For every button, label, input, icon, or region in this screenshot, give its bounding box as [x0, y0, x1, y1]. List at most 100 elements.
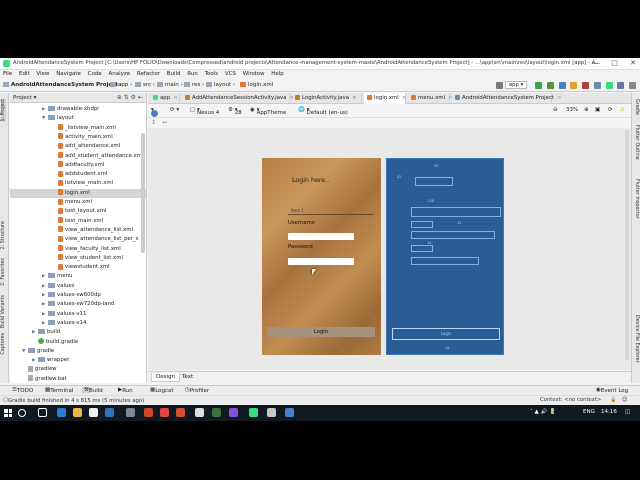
- close-tab-icon[interactable]: ×: [352, 95, 357, 101]
- bp-username-label[interactable]: [411, 221, 433, 228]
- breadcrumb-app[interactable]: app ›: [110, 82, 132, 88]
- breadcrumb-res[interactable]: res ›: [184, 82, 204, 88]
- edge-icon[interactable]: [57, 408, 66, 417]
- powerpoint-icon[interactable]: [176, 408, 185, 417]
- tree-item[interactable]: view_student_list.xml: [52, 254, 123, 263]
- tree-item[interactable]: ▶ menu: [42, 272, 72, 281]
- terminal-tool-button[interactable]: ▩ Terminal: [45, 387, 73, 394]
- tree-item[interactable]: ▶ build: [32, 328, 60, 337]
- menu-vcs[interactable]: VCS: [222, 70, 238, 77]
- editor-tab[interactable]: menu.xml ×: [408, 93, 453, 104]
- tree-item[interactable]: _listview_main.xml: [52, 124, 116, 133]
- hammer-icon[interactable]: [496, 81, 504, 89]
- profiler-tool-button[interactable]: ◷ Profiler: [185, 387, 209, 394]
- tree-item[interactable]: ▶ values-sw600dp: [42, 291, 101, 300]
- tree-item[interactable]: view_faculty_list.xml: [52, 245, 121, 254]
- apply-changes-icon[interactable]: [570, 81, 578, 89]
- tree-item[interactable]: add_attendance.xml: [52, 142, 120, 151]
- menu-window[interactable]: Window: [240, 70, 267, 77]
- lock-icon[interactable]: 🔒: [610, 397, 617, 403]
- breadcrumb-main[interactable]: main ›: [157, 82, 183, 88]
- gear-icon[interactable]: ⚙: [131, 94, 136, 101]
- menu-code[interactable]: Code: [85, 70, 104, 77]
- project-view-select[interactable]: Project ▾: [13, 95, 36, 101]
- app-icon[interactable]: [267, 408, 276, 417]
- tree-item[interactable]: view_attendance_list.xml: [52, 226, 133, 235]
- collapse-icon[interactable]: ↔: [162, 119, 167, 126]
- menu-navigate[interactable]: Navigate: [53, 70, 83, 77]
- notepad-icon[interactable]: [195, 408, 204, 417]
- breadcrumb-project[interactable]: AndroidAttendanceSystem Project ›: [3, 82, 122, 88]
- store-icon[interactable]: [89, 408, 98, 417]
- expand-icon[interactable]: ↕: [151, 119, 156, 126]
- mail-icon[interactable]: [105, 408, 114, 417]
- api-select[interactable]: ⚙ 28 ▾: [228, 107, 242, 116]
- zoom-out-icon[interactable]: ⊖: [553, 107, 558, 113]
- logcat-tool-button[interactable]: ▦ Logcat: [150, 387, 174, 394]
- tree-item[interactable]: login.xml: [10, 188, 146, 198]
- bp-username-field[interactable]: [411, 231, 495, 239]
- excel-icon[interactable]: [212, 408, 221, 417]
- design-preview[interactable]: Login here.. Item 1 Username Password Lo…: [262, 158, 381, 355]
- zoom-fit-icon[interactable]: ▣: [595, 107, 600, 113]
- warning-icon[interactable]: ⚠: [620, 107, 625, 113]
- role-spinner[interactable]: Item 1: [288, 208, 374, 215]
- sdk-manager-icon[interactable]: [617, 81, 625, 89]
- bp-spinner[interactable]: [411, 207, 501, 217]
- breadcrumb-login-xml[interactable]: login.xml: [240, 82, 273, 88]
- minimize-icon[interactable]: —: [592, 59, 599, 67]
- clock[interactable]: 14:16: [601, 409, 617, 415]
- hide-icon[interactable]: ⇤: [138, 94, 143, 101]
- tree-item[interactable]: ▶ values: [42, 282, 75, 291]
- close-tab-icon[interactable]: ×: [173, 95, 178, 101]
- login-heading[interactable]: Login here..: [292, 177, 329, 184]
- tree-item[interactable]: viewstudent.xml: [52, 263, 110, 272]
- username-label[interactable]: Username: [288, 220, 315, 226]
- editor-tab[interactable]: AddAttendanceSessionActivity.java ×: [182, 93, 294, 104]
- sync-icon[interactable]: [593, 81, 601, 89]
- refresh-icon[interactable]: ⟳: [608, 107, 613, 113]
- editor-tab[interactable]: app ×: [150, 93, 180, 104]
- editor-tab[interactable]: AndroidAttendanceSystem Project ×: [452, 93, 562, 104]
- username-field[interactable]: [288, 233, 354, 240]
- camera-icon[interactable]: [126, 408, 135, 417]
- tree-item[interactable]: ▶ values-v11: [42, 310, 86, 319]
- flutter-inspector-tool-button[interactable]: Flutter Inspector: [634, 179, 639, 219]
- avd-manager-icon[interactable]: [605, 81, 613, 89]
- design-canvas[interactable]: Login here.. Item 1 Username Password Lo…: [148, 128, 631, 370]
- palette-toggle-icon[interactable]: ▾: [151, 107, 158, 117]
- task-view-icon[interactable]: [38, 408, 47, 417]
- tree-item[interactable]: ▼ gradle: [22, 347, 54, 356]
- bp-login-button[interactable]: Login: [392, 328, 500, 340]
- tree-item[interactable]: test_layout.xml: [52, 207, 107, 216]
- tree-item[interactable]: ▶ drawable-xhdpi: [42, 105, 99, 114]
- captures-tool-button[interactable]: Captures: [1, 333, 6, 355]
- device-file-explorer-tool-button[interactable]: Device File Explorer: [634, 315, 639, 362]
- file-explorer-icon[interactable]: [73, 408, 82, 417]
- run-config-select[interactable]: app ▾: [504, 81, 528, 89]
- tree-item[interactable]: add_student_attendance.xml: [52, 152, 143, 161]
- password-label[interactable]: Password: [288, 244, 313, 250]
- bp-password-label[interactable]: [411, 245, 433, 252]
- canvas-scrollbar[interactable]: [625, 130, 629, 360]
- media-icon[interactable]: [144, 408, 153, 417]
- maximize-icon[interactable]: □: [611, 59, 618, 67]
- menu-analyze[interactable]: Analyze: [105, 70, 132, 77]
- device-select[interactable]: ▢ Nexus 4 ▾: [190, 107, 219, 116]
- structure-tool-button[interactable]: 2: Structure: [1, 221, 6, 250]
- menu-tools[interactable]: Tools: [202, 70, 221, 77]
- breadcrumb-layout[interactable]: layout ›: [206, 82, 235, 88]
- profile-icon[interactable]: [558, 81, 566, 89]
- collapse-icon[interactable]: ⇅: [124, 94, 129, 101]
- system-tray-icons[interactable]: ˄ ▲ 🔊 🔋: [530, 409, 556, 415]
- editor-tab[interactable]: LoginActivity.java ×: [292, 93, 362, 104]
- tab-text[interactable]: Text: [178, 373, 197, 381]
- notifications-icon[interactable]: ◫: [625, 409, 630, 415]
- stop-icon[interactable]: [582, 81, 589, 89]
- tree-item[interactable]: view_attendance_list_per_s: [52, 235, 139, 244]
- debug-icon[interactable]: [546, 81, 554, 89]
- gradle-tool-button[interactable]: Gradle: [634, 99, 639, 115]
- close-icon[interactable]: ✕: [630, 59, 636, 67]
- theme-select[interactable]: ◉ AppTheme ▾: [250, 107, 286, 116]
- language-indicator[interactable]: ENG: [583, 409, 595, 415]
